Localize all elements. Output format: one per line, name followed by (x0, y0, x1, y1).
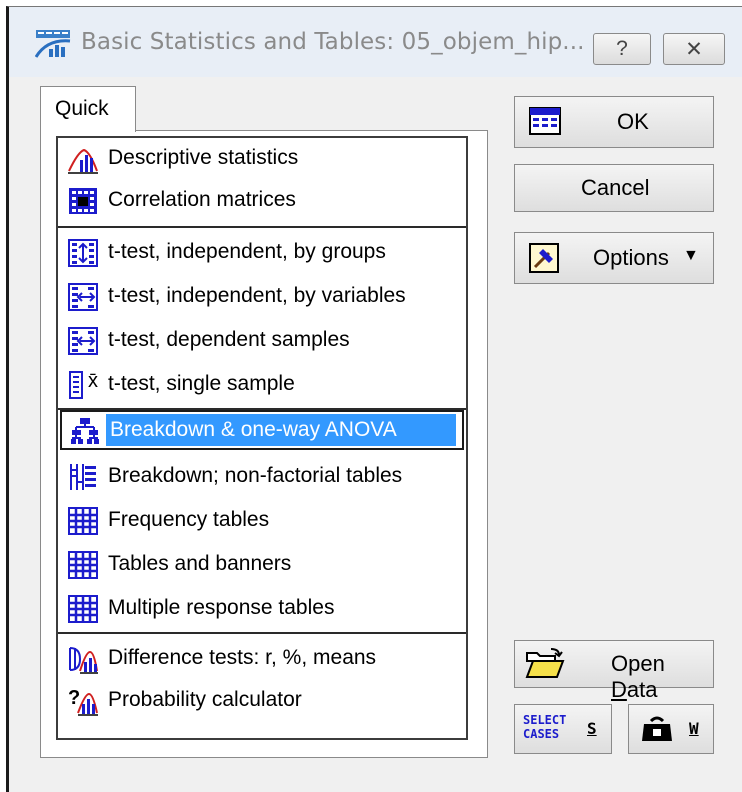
cancel-button-label: Cancel (581, 175, 650, 200)
correlation-matrix-icon (69, 188, 97, 214)
statistics-app-icon (35, 30, 71, 58)
options-button-label: Options (593, 245, 669, 270)
t-test-dependent-icon (68, 327, 98, 355)
tab-quick[interactable]: Quick (40, 86, 136, 132)
tab-quick-label: Quick (55, 97, 109, 120)
cancel-button[interactable]: Cancel (514, 164, 714, 212)
weight-button[interactable]: W (628, 704, 714, 754)
list-item-breakdown-tables[interactable]: Breakdown; non-factorial tables (60, 456, 464, 496)
list-item-label: Correlation matrices (108, 188, 296, 211)
multiple-response-icon (68, 595, 98, 623)
list-item-t-test-single[interactable]: x̄ t-test, single sample (60, 364, 464, 404)
list-item-tables-banners[interactable]: Tables and banners (60, 544, 464, 584)
list-item-label: Multiple response tables (108, 596, 335, 619)
list-item-descriptive-statistics[interactable]: Descriptive statistics (60, 138, 464, 178)
t-test-groups-icon (68, 239, 98, 267)
select-cases-line2: CASES (523, 727, 560, 741)
list-item-label: Probability calculator (108, 688, 302, 711)
frequency-tables-icon (68, 507, 98, 535)
open-data-suffix: ata (626, 677, 658, 702)
t-test-variables-icon (68, 283, 98, 311)
open-data-accel: D (611, 677, 627, 702)
weight-icon (642, 716, 672, 741)
options-button[interactable]: Options ▼ (514, 232, 714, 284)
open-data-button-label: Open Data (611, 651, 713, 703)
options-icon (529, 243, 559, 273)
list-item-label: Descriptive statistics (108, 146, 299, 169)
weight-key: W (689, 719, 699, 738)
spreadsheet-icon (529, 107, 561, 135)
probability-calculator-icon: ? (68, 687, 98, 716)
list-item-t-test-dependent[interactable]: t-test, dependent samples (60, 320, 464, 360)
select-cases-key: S (587, 719, 597, 738)
analysis-list[interactable]: Descriptive statistics Correlation matri… (56, 136, 468, 740)
open-data-prefix: Open (611, 651, 665, 676)
list-item-label: t-test, independent, by groups (108, 240, 386, 263)
select-cases-button[interactable]: SELECT CASES S (514, 704, 612, 754)
list-item-t-test-groups[interactable]: t-test, independent, by groups (60, 232, 464, 272)
list-item-difference-tests[interactable]: Difference tests: r, %, means (60, 638, 464, 678)
folder-open-icon (525, 648, 565, 678)
list-item-correlation-matrices[interactable]: Correlation matrices (60, 180, 464, 220)
list-item-label: Breakdown; non-factorial tables (108, 464, 403, 487)
list-separator (58, 632, 466, 634)
list-item-breakdown-anova[interactable]: Breakdown & one-way ANOVA (60, 410, 464, 450)
descriptive-stats-icon (68, 148, 98, 174)
ok-button[interactable]: OK (514, 96, 714, 148)
list-item-label: Tables and banners (108, 552, 292, 575)
list-item-label: t-test, dependent samples (108, 328, 350, 351)
breakdown-anova-icon (71, 418, 99, 444)
list-item-frequency-tables[interactable]: Frequency tables (60, 500, 464, 540)
select-cases-line1: SELECT (523, 713, 567, 727)
tables-banners-icon (68, 551, 98, 579)
ok-button-label: OK (617, 109, 649, 134)
select-cases-icon: SELECT CASES (523, 713, 566, 741)
title-bar[interactable]: Basic Statistics and Tables: 05_objem_hi… (9, 7, 742, 77)
close-button[interactable]: ✕ (663, 33, 725, 65)
list-item-label: t-test, single sample (108, 372, 295, 395)
list-item-label: Frequency tables (108, 508, 270, 531)
list-item-label: t-test, independent, by variables (108, 284, 406, 307)
chevron-down-icon: ▼ (683, 247, 699, 264)
breakdown-tables-icon (70, 464, 96, 490)
window-title: Basic Statistics and Tables: 05_objem_hi… (81, 29, 585, 55)
list-separator (58, 226, 466, 228)
list-item-probability-calculator[interactable]: ? Probability calculator (60, 680, 464, 720)
open-data-button[interactable]: Open Data (514, 640, 714, 702)
svg-text:?: ? (68, 687, 80, 709)
list-item-label: Breakdown & one-way ANOVA (110, 418, 397, 441)
list-item-t-test-variables[interactable]: t-test, independent, by variables (60, 276, 464, 316)
x-bar-glyph: x̄ (88, 370, 98, 392)
difference-tests-icon (69, 647, 98, 674)
list-item-multiple-response[interactable]: Multiple response tables (60, 588, 464, 628)
help-button[interactable]: ? (593, 33, 651, 65)
list-item-label: Difference tests: r, %, means (108, 646, 377, 669)
